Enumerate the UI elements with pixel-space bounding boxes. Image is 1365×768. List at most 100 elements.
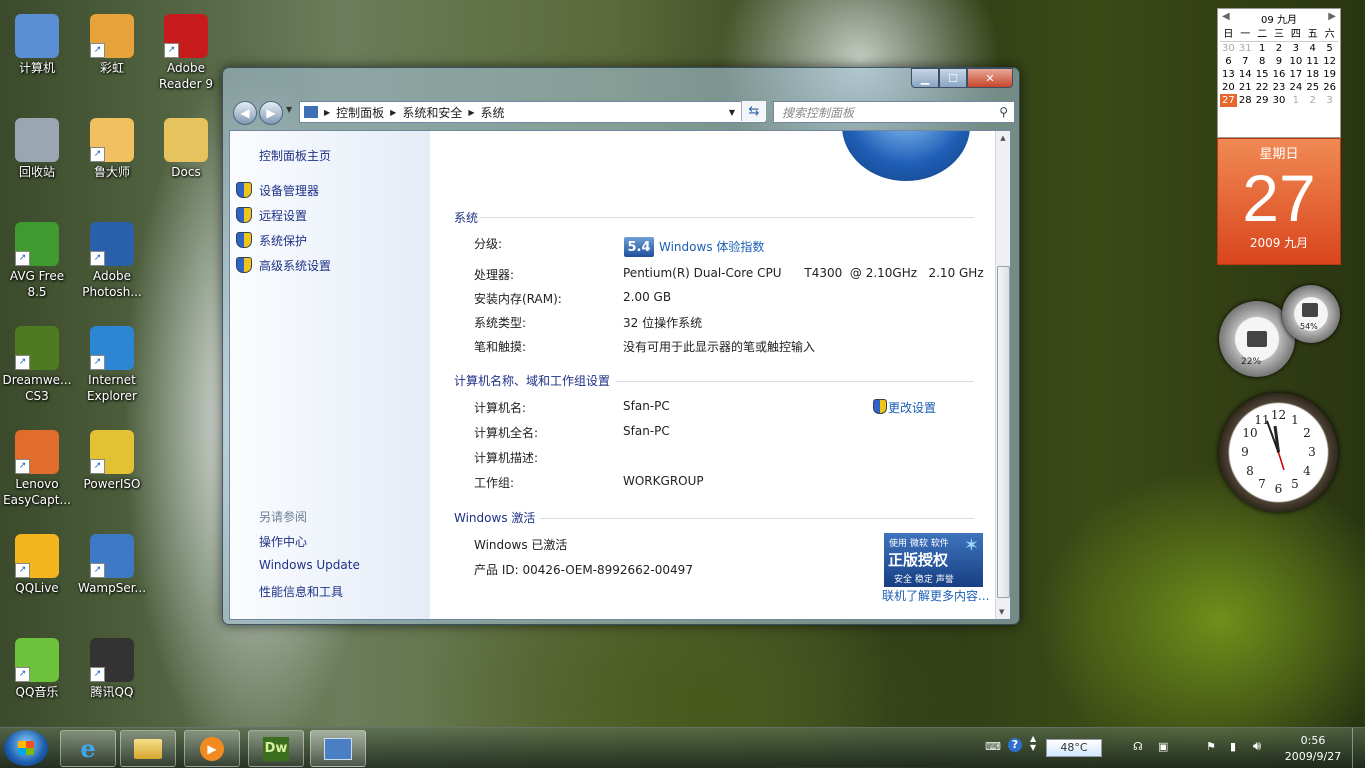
- desktop-icon-poweriso[interactable]: ↗ PowerISO: [76, 424, 148, 492]
- history-dropdown-icon[interactable]: ▼: [286, 105, 292, 114]
- system-clock[interactable]: 0:56 2009/9/27: [1280, 733, 1346, 765]
- taskbar-control-panel[interactable]: [310, 730, 366, 767]
- calendar-day[interactable]: 5: [1321, 42, 1338, 55]
- show-hidden-icons[interactable]: ▲ ▼: [1030, 734, 1036, 752]
- calendar-day[interactable]: 15: [1254, 68, 1271, 81]
- calendar-day[interactable]: 16: [1271, 68, 1288, 81]
- desktop-icon-lenovo-easycapture[interactable]: ↗ Lenovo EasyCapt...: [1, 424, 73, 508]
- desktop-icon-avg[interactable]: ↗ AVG Free 8.5: [1, 216, 73, 300]
- breadcrumb-control-panel[interactable]: 控制面板: [336, 104, 384, 121]
- calendar-day[interactable]: 8: [1254, 55, 1271, 68]
- taskbar-internet-explorer[interactable]: e: [60, 730, 116, 767]
- desktop-icon-internet-explorer[interactable]: ↗ Internet Explorer: [76, 320, 148, 404]
- advanced-settings-link[interactable]: 高级系统设置: [259, 257, 331, 274]
- close-button[interactable]: ✕: [967, 68, 1013, 88]
- temperature-widget[interactable]: 48°C: [1046, 739, 1102, 757]
- calendar-day[interactable]: 27: [1220, 94, 1237, 107]
- maximize-button[interactable]: ☐: [939, 68, 967, 88]
- calendar-gadget[interactable]: ◀ 09 九月 ▶ 日一二三四五六 30 31 1 2 3 4 5 6 7 8 9 10 11 12 13 14 15…: [1217, 8, 1341, 265]
- calendar-day[interactable]: 12: [1321, 55, 1338, 68]
- calendar-day[interactable]: 25: [1304, 81, 1321, 94]
- start-button[interactable]: [4, 730, 48, 766]
- genuine-microsoft-badge[interactable]: 使用 微软 软件 正版授权 安全 稳定 声誉 ✶: [884, 533, 983, 587]
- calendar-day[interactable]: 31: [1237, 42, 1254, 55]
- back-button[interactable]: ◀: [233, 101, 257, 125]
- windows-update-link[interactable]: Windows Update: [259, 558, 360, 572]
- remote-settings-link[interactable]: 远程设置: [259, 207, 307, 224]
- taskbar-dreamweaver[interactable]: Dw: [248, 730, 304, 767]
- calendar-day[interactable]: 6: [1220, 55, 1237, 68]
- calendar-day[interactable]: 18: [1304, 68, 1321, 81]
- battery-icon[interactable]: ▮: [1230, 740, 1236, 753]
- learn-more-online-link[interactable]: 联机了解更多内容...: [882, 587, 989, 604]
- calendar-day[interactable]: 10: [1287, 55, 1304, 68]
- prev-month-icon[interactable]: ◀: [1222, 11, 1230, 22]
- performance-info-link[interactable]: 性能信息和工具: [259, 583, 343, 600]
- system-protection-link[interactable]: 系统保护: [259, 232, 307, 249]
- desktop-icon-qq-music[interactable]: ↗ QQ音乐: [1, 632, 73, 700]
- action-center-flag-icon[interactable]: ⚑: [1206, 740, 1216, 753]
- search-input[interactable]: 搜索控制面板 ⚲: [773, 101, 1015, 123]
- calendar-day[interactable]: 22: [1254, 81, 1271, 94]
- desktop-icon-computer[interactable]: 计算机: [1, 8, 73, 76]
- breadcrumb-system-security[interactable]: 系统和安全: [402, 104, 462, 121]
- calendar-day[interactable]: 19: [1321, 68, 1338, 81]
- desktop-icon-ludashi[interactable]: ↗ 鲁大师: [76, 112, 148, 180]
- experience-index-link[interactable]: Windows 体验指数: [659, 238, 764, 255]
- calendar-day[interactable]: 2: [1304, 94, 1321, 107]
- rating-score-badge[interactable]: 5.4: [624, 237, 654, 257]
- device-manager-link[interactable]: 设备管理器: [259, 182, 319, 199]
- next-month-icon[interactable]: ▶: [1328, 11, 1336, 22]
- desktop-icon-dreamweaver[interactable]: ↗ Dreamwe... CS3: [1, 320, 73, 404]
- desktop-icon-tencent-qq[interactable]: ↗ 腾讯QQ: [76, 632, 148, 700]
- calendar-day[interactable]: 4: [1304, 42, 1321, 55]
- action-center-link[interactable]: 操作中心: [259, 533, 307, 550]
- desktop-icon-wampserver[interactable]: ↗ WampSer...: [76, 528, 148, 596]
- calendar-day[interactable]: 13: [1220, 68, 1237, 81]
- vertical-scrollbar[interactable]: ▲ ▼: [995, 131, 1010, 619]
- calendar-day[interactable]: 30: [1271, 94, 1288, 107]
- calendar-day[interactable]: 29: [1254, 94, 1271, 107]
- calendar-day[interactable]: 17: [1287, 68, 1304, 81]
- desktop-icon-adobe-reader[interactable]: ↗ Adobe Reader 9: [150, 8, 222, 92]
- calendar-day[interactable]: 24: [1287, 81, 1304, 94]
- taskbar-explorer[interactable]: [120, 730, 176, 767]
- desktop-icon-docs-folder[interactable]: Docs: [150, 112, 222, 180]
- calendar-day[interactable]: 21: [1237, 81, 1254, 94]
- volume-icon[interactable]: 🔊︎: [1253, 739, 1261, 754]
- desktop-icon-recycle-bin[interactable]: 回收站: [1, 112, 73, 180]
- calendar-day[interactable]: 3: [1321, 94, 1338, 107]
- scroll-up-icon[interactable]: ▲: [996, 134, 1010, 142]
- scrollbar-thumb[interactable]: [997, 266, 1010, 598]
- forward-button[interactable]: ▶: [259, 101, 283, 125]
- calendar-day[interactable]: 30: [1220, 42, 1237, 55]
- calendar-day[interactable]: 28: [1237, 94, 1254, 107]
- calendar-day[interactable]: 1: [1254, 42, 1271, 55]
- calendar-day[interactable]: 7: [1237, 55, 1254, 68]
- desktop-icon-qqlive[interactable]: ↗ QQLive: [1, 528, 73, 596]
- scroll-down-icon[interactable]: ▼: [999, 608, 1004, 616]
- search-icon[interactable]: ⚲: [999, 105, 1008, 119]
- help-icon[interactable]: ?: [1008, 738, 1022, 752]
- control-panel-home-link[interactable]: 控制面板主页: [259, 147, 331, 164]
- address-bar[interactable]: ▶ 控制面板 ▶ 系统和安全 ▶ 系统 ▼: [299, 101, 766, 123]
- calendar-day[interactable]: 3: [1287, 42, 1304, 55]
- desktop-icon-photoshop[interactable]: ↗ Adobe Photosh...: [76, 216, 148, 300]
- calendar-day[interactable]: 2: [1271, 42, 1288, 55]
- calendar-day[interactable]: 23: [1271, 81, 1288, 94]
- calendar-day[interactable]: 26: [1321, 81, 1338, 94]
- taskbar-media-player[interactable]: ▶: [184, 730, 240, 767]
- keyboard-icon[interactable]: ⌨: [985, 740, 1001, 753]
- minimize-button[interactable]: ▁: [911, 68, 939, 88]
- calendar-day[interactable]: 11: [1304, 55, 1321, 68]
- address-dropdown-icon[interactable]: ▼: [729, 108, 735, 117]
- headset-icon[interactable]: ☊: [1133, 740, 1143, 753]
- refresh-button[interactable]: ⇆: [741, 101, 766, 121]
- show-desktop-button[interactable]: [1352, 728, 1365, 768]
- calendar-day[interactable]: 1: [1287, 94, 1304, 107]
- calendar-day[interactable]: 20: [1220, 81, 1237, 94]
- calendar-day[interactable]: 14: [1237, 68, 1254, 81]
- change-settings-link[interactable]: 更改设置: [888, 399, 936, 416]
- network-icon[interactable]: ▣: [1158, 740, 1168, 753]
- calendar-day[interactable]: 9: [1271, 55, 1288, 68]
